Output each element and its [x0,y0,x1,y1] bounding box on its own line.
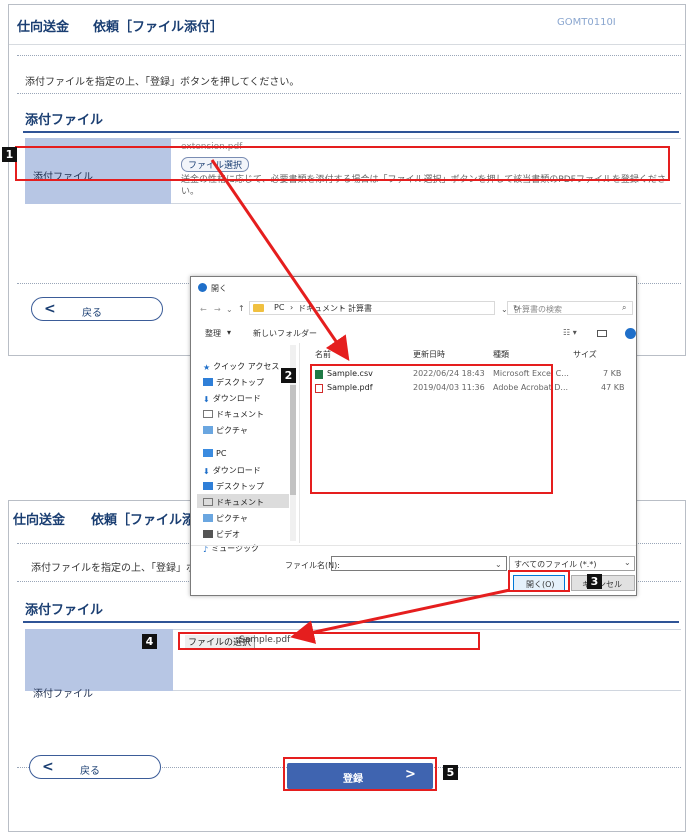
column-date[interactable]: 更新日時 [413,349,445,360]
highlight-selected-file [178,632,480,650]
nav-pc-documents[interactable]: ドキュメント [203,497,264,508]
screen-code: GOMT0110I [557,17,616,28]
back-button-label: 戻る [80,766,100,777]
up-arrow-icon[interactable]: ↑ [238,304,245,313]
page-title: 仕向送金 [17,20,70,35]
nav-downloads[interactable]: ⬇ ダウンロード [203,393,261,404]
back-arrow-icon[interactable]: ← [200,305,207,314]
nav-pc-desktop[interactable]: デスクトップ [203,481,264,492]
organize-button[interactable]: 整理 [205,328,221,339]
nav-pc-videos[interactable]: ビデオ [203,529,240,540]
nav-scroll-thumb[interactable] [290,385,296,495]
highlight-open-button [508,570,570,592]
chevron-down-icon[interactable]: ⌄ [226,305,233,314]
highlight-file-list [310,364,553,494]
file-size: 7 KB [603,369,622,378]
step-badge-2: 2 [281,368,296,383]
preview-pane-icon[interactable] [597,330,607,337]
folder-icon [253,304,264,312]
footer-divider [191,545,636,546]
desktop-icon [203,482,213,490]
star-icon: ★ [203,363,211,372]
column-name[interactable]: 名前 [315,349,331,360]
highlight-register-button [283,757,437,791]
breadcrumb-separator: › [290,303,294,312]
chevron-down-icon[interactable]: ⌄ [495,560,502,569]
document-icon [203,498,213,506]
page-title: 仕向送金 [13,513,66,528]
chevron-down-icon: ▾ [227,328,232,337]
top-title-bar: 仕向送金 依頼［ファイル添付］ GOMT0110I [9,5,685,45]
nav-pictures[interactable]: ピクチャ [203,425,248,436]
step-badge-1: 1 [2,147,17,162]
nav-pane-divider [299,343,300,543]
filename-input[interactable] [331,556,507,571]
page-subtitle: 依頼［ファイル添付］ [93,20,224,35]
download-icon: ⬇ [203,395,210,404]
breadcrumb-pc[interactable]: PC [274,303,284,312]
view-options-icon[interactable]: ☷ ▾ [563,328,577,337]
file-type-filter[interactable]: すべてのファイル (*.*) ⌄ [509,556,635,571]
search-box[interactable]: 計算書の検索 ⌕ [507,301,633,315]
attachment-label: 添付ファイル [33,689,93,700]
dialog-title: 開く [211,284,227,293]
file-type-filter-value: すべてのファイル (*.*) [514,560,597,569]
section-title: 添付ファイル [25,603,104,618]
dialog-app-icon [198,283,207,292]
desktop-icon [203,378,213,386]
step-badge-3: 3 [587,574,602,589]
cancel-button[interactable]: キャンセル [571,575,635,591]
video-icon [203,530,213,538]
document-icon [203,410,213,418]
download-icon: ⬇ [203,467,210,476]
new-folder-button[interactable]: 新しいフォルダー [253,328,317,339]
breadcrumb-folder[interactable]: 計算書 [348,303,372,314]
divider [17,55,681,56]
breadcrumb-separator: › [340,303,344,312]
step-badge-5: 5 [443,765,458,780]
pc-icon [203,449,213,457]
file-size: 47 KB [601,383,625,392]
highlight-file-select [15,146,670,181]
help-icon[interactable] [625,328,636,339]
breadcrumb-documents[interactable]: ドキュメント [298,303,346,314]
section-rule [23,131,679,133]
back-button-label: 戻る [82,308,102,319]
instruction-text: 添付ファイルを指定の上、「登録」ボタンを押してください。 [25,77,300,88]
address-bar[interactable]: PC › ドキュメント › 計算書 [249,301,495,315]
step-badge-4: 4 [142,634,157,649]
search-icon: ⌕ [622,303,627,312]
chevron-left-icon: < [42,759,54,775]
chevron-down-icon: ⌄ [624,558,631,567]
nav-pc[interactable]: PC [203,449,226,458]
section-title: 添付ファイル [25,113,104,128]
divider [17,93,681,94]
nav-pc-downloads[interactable]: ⬇ ダウンロード [203,465,261,476]
back-button[interactable]: < 戻る [29,755,161,779]
nav-quick-access[interactable]: ★ クイック アクセス [203,361,279,372]
nav-pc-pictures[interactable]: ピクチャ [203,513,248,524]
picture-icon [203,426,213,434]
back-button[interactable]: < 戻る [31,297,163,321]
music-icon: ♪ [203,545,209,554]
column-size[interactable]: サイズ [573,349,597,360]
nav-desktop[interactable]: デスクトップ [203,377,264,388]
forward-arrow-icon[interactable]: → [214,305,221,314]
section-rule [23,621,679,623]
picture-icon [203,514,213,522]
nav-documents[interactable]: ドキュメント [203,409,264,420]
search-input[interactable]: 計算書の検索 [514,304,562,315]
chevron-left-icon: < [44,301,56,317]
column-type[interactable]: 種類 [493,349,509,360]
